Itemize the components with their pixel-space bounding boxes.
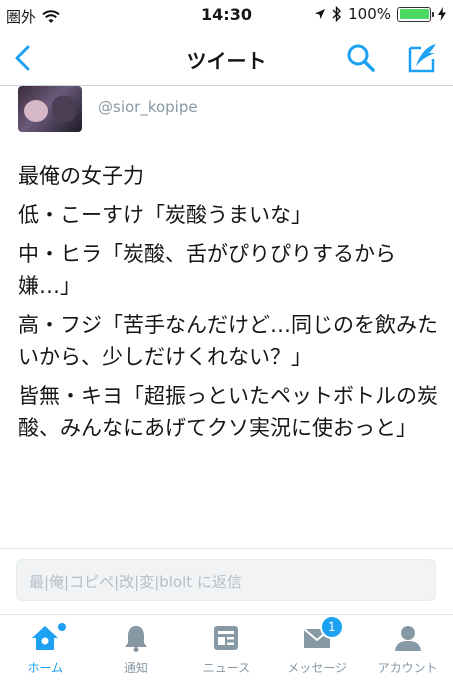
- bluetooth-icon: [332, 6, 342, 22]
- message-badge: 1: [319, 615, 344, 639]
- home-unread-dot: [58, 623, 66, 631]
- tab-label: 通知: [123, 661, 148, 675]
- tab-label: メッセージ: [287, 661, 347, 675]
- battery-icon: [397, 6, 434, 22]
- tab-news[interactable]: ニュース: [181, 615, 272, 680]
- battery-percent: 100%: [348, 5, 391, 23]
- tab-home[interactable]: ホーム: [0, 615, 91, 680]
- reply-area: 最|俺|コピペ|改|変|blolt に返信: [0, 548, 453, 614]
- location-arrow-icon: [315, 9, 326, 19]
- nav-bar: ツイート: [0, 30, 453, 86]
- tab-label: ニュース: [202, 661, 251, 675]
- tab-messages[interactable]: 1 メッセージ: [272, 615, 363, 680]
- bell-icon: [124, 626, 147, 652]
- search-icon[interactable]: [345, 42, 377, 74]
- tweet-text: 最俺の女子力 低・こーすけ「炭酸うまいな」 中・ヒラ「炭酸、舌がぴりぴりするから…: [18, 160, 438, 451]
- status-bar: 圏外 14:30 100%: [0, 0, 453, 30]
- tweet-line: 最俺の女子力: [18, 164, 144, 188]
- tweet-line: 低・こーすけ「炭酸うまいな」: [18, 203, 312, 227]
- tab-bar: ホーム 通知 ニュース 1 メッセージ アカウント: [0, 614, 453, 680]
- reply-input[interactable]: 最|俺|コピペ|改|変|blolt に返信: [16, 559, 436, 601]
- tweet-detail: @sior_kopipe 最俺の女子力 低・こーすけ「炭酸うまいな」 中・ヒラ「…: [0, 86, 453, 548]
- tweet-line: 中・ヒラ「炭酸、舌がぴりぴりするから嫌…」: [18, 242, 396, 298]
- tab-account[interactable]: アカウント: [362, 615, 453, 680]
- account-icon: [394, 626, 421, 651]
- page-title: ツイート: [186, 49, 267, 73]
- tweet-line: 高・フジ「苦手なんだけど…同じのを飲みたいから、少しだけくれない？」: [18, 313, 438, 369]
- tab-notifications[interactable]: 通知: [91, 615, 182, 680]
- tab-label: アカウント: [377, 661, 438, 675]
- author-handle[interactable]: @sior_kopipe: [98, 98, 198, 116]
- status-right: 100%: [314, 5, 447, 23]
- reply-placeholder: 最|俺|コピペ|改|変|blolt に返信: [29, 573, 242, 591]
- tweet-line: 皆無・キヨ「超振っといたペットボトルの炭酸、みんなにあげてクソ実況に使おっと」: [18, 384, 438, 440]
- compose-tweet-icon[interactable]: [407, 42, 439, 74]
- home-icon: [32, 626, 59, 650]
- news-icon: [214, 626, 239, 650]
- avatar[interactable]: [18, 86, 82, 132]
- battery-level: [399, 9, 429, 19]
- charging-icon: [438, 7, 446, 21]
- tab-label: ホーム: [27, 661, 64, 675]
